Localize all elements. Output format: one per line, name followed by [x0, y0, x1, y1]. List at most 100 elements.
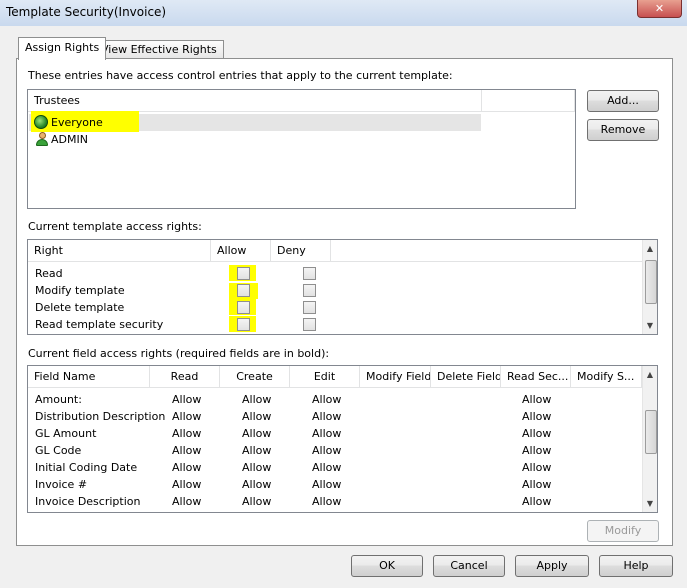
tab-view-effective-rights[interactable]: View Effective Rights	[94, 40, 224, 59]
scroll-thumb[interactable]	[645, 410, 657, 454]
column-header-delete-field[interactable]: Delete Field	[431, 366, 501, 388]
allow-checkbox[interactable]	[237, 318, 250, 331]
header-text: Delete Field	[437, 370, 501, 383]
field-right-cell: Allow	[172, 444, 202, 457]
field-right-cell: Allow	[522, 478, 552, 491]
column-header-read[interactable]: Read	[150, 366, 220, 388]
field-row[interactable]: Initial Coding Date Allow Allow Allow Allow	[28, 459, 642, 476]
field-right-cell: Allow	[312, 461, 342, 474]
scroll-up-arrow-icon[interactable]: ▲	[643, 240, 657, 257]
template-rights-label: Current template access rights:	[28, 220, 202, 233]
right-row-read-template-security: Read template security	[28, 316, 642, 333]
column-header-read-security[interactable]: Read Sec...	[501, 366, 571, 388]
trustees-header-filler	[482, 90, 575, 112]
field-right-cell: Allow	[522, 495, 552, 508]
trustee-row-admin[interactable]: ADMIN	[29, 131, 481, 148]
globe-users-icon	[34, 115, 48, 129]
header-text: Allow	[217, 244, 247, 257]
allow-checkbox[interactable]	[237, 301, 250, 314]
field-name-cell: GL Amount	[35, 427, 97, 440]
trustee-row-everyone[interactable]: Everyone	[29, 111, 481, 132]
field-rights-list[interactable]: Field Name Read Create Edit Modify Field…	[27, 365, 658, 513]
field-rights-label: Current field access rights (required fi…	[28, 347, 330, 360]
column-header-modify-security[interactable]: Modify S...	[571, 366, 642, 388]
column-header-edit[interactable]: Edit	[290, 366, 360, 388]
column-header-deny[interactable]: Deny	[271, 240, 331, 262]
field-row[interactable]: Manual Chk Sub Allow Allow Allow Allow	[28, 510, 642, 513]
field-right-cell: Allow	[522, 461, 552, 474]
cancel-button[interactable]: Cancel	[433, 555, 505, 577]
scroll-down-arrow-icon[interactable]: ▼	[643, 495, 657, 512]
deny-checkbox[interactable]	[303, 284, 316, 297]
field-right-cell: Allow	[242, 495, 272, 508]
template-rights-list[interactable]: Right Allow Deny Read Modify template De…	[27, 239, 658, 335]
add-trustee-button[interactable]: Add...	[587, 90, 659, 112]
field-right-cell: Allow	[242, 410, 272, 423]
field-row[interactable]: GL Code Allow Allow Allow Allow	[28, 442, 642, 459]
modify-field-rights-button[interactable]: Modify	[587, 520, 659, 542]
scroll-down-arrow-icon[interactable]: ▼	[643, 317, 657, 334]
field-right-cell: Allow	[172, 427, 202, 440]
title-bar: Template Security(Invoice) ✕	[0, 0, 687, 26]
scroll-thumb[interactable]	[645, 260, 657, 304]
tab-assign-rights[interactable]: Assign Rights	[18, 37, 107, 60]
field-right-cell: Allow	[242, 427, 272, 440]
field-name-cell: Distribution Description	[35, 410, 166, 423]
field-name-cell: Amount:	[35, 393, 82, 406]
field-right-cell: Allow	[242, 512, 271, 513]
allow-checkbox[interactable]	[237, 284, 250, 297]
field-right-cell: Allow	[522, 512, 551, 513]
field-right-cell: Allow	[312, 478, 342, 491]
deny-checkbox[interactable]	[303, 267, 316, 280]
close-window-button[interactable]: ✕	[637, 0, 682, 18]
field-right-cell: Allow	[312, 393, 342, 406]
field-right-cell: Allow	[522, 444, 552, 457]
deny-checkbox[interactable]	[303, 318, 316, 331]
field-right-cell: Allow	[312, 427, 342, 440]
ok-button[interactable]: OK	[351, 555, 423, 577]
field-rights-scrollbar[interactable]: ▲ ▼	[642, 366, 657, 512]
field-name-cell: Invoice Description	[35, 495, 141, 508]
tab-label: Assign Rights	[25, 41, 100, 54]
field-right-cell: Allow	[242, 444, 272, 457]
field-right-cell: Allow	[242, 393, 272, 406]
scroll-up-arrow-icon[interactable]: ▲	[643, 366, 657, 383]
remove-trustee-button[interactable]: Remove	[587, 119, 659, 141]
right-name: Read	[35, 267, 63, 280]
column-header-create[interactable]: Create	[220, 366, 290, 388]
header-text: Deny	[277, 244, 306, 257]
trustees-column-header[interactable]: Trustees	[28, 90, 482, 112]
field-name-cell: Initial Coding Date	[35, 461, 138, 474]
field-right-cell: Allow	[522, 410, 552, 423]
trustees-list[interactable]: Trustees Everyone ADMIN	[27, 89, 576, 209]
field-right-cell: Allow	[312, 495, 342, 508]
field-row[interactable]: Invoice Description Allow Allow Allow Allow	[28, 493, 642, 510]
tab-label: View Effective Rights	[101, 43, 217, 56]
window-title: Template Security(Invoice)	[6, 5, 167, 19]
column-header-field-name[interactable]: Field Name	[28, 366, 150, 388]
trustee-name: ADMIN	[51, 133, 88, 146]
user-icon	[35, 132, 49, 147]
apply-button[interactable]: Apply	[515, 555, 589, 577]
field-row[interactable]: Invoice # Allow Allow Allow Allow	[28, 476, 642, 493]
field-right-cell: Allow	[522, 393, 552, 406]
header-text: Read	[170, 370, 199, 383]
field-right-cell: Allow	[312, 512, 341, 513]
header-filler	[331, 240, 642, 262]
help-button[interactable]: Help	[599, 555, 673, 577]
field-row[interactable]: Distribution Description Allow Allow Allow A…	[28, 408, 642, 425]
header-text: Trustees	[34, 94, 80, 107]
right-row-delete-template: Delete template	[28, 299, 642, 316]
template-rights-scrollbar[interactable]: ▲ ▼	[642, 240, 657, 334]
column-header-allow[interactable]: Allow	[211, 240, 271, 262]
field-right-cell: Allow	[242, 478, 272, 491]
column-header-modify-field[interactable]: Modify Field	[360, 366, 431, 388]
field-row[interactable]: GL Amount Allow Allow Allow Allow	[28, 425, 642, 442]
allow-checkbox[interactable]	[237, 267, 250, 280]
field-name-cell: Manual Chk Sub	[35, 512, 124, 513]
field-row[interactable]: Amount: Allow Allow Allow Allow	[28, 391, 642, 408]
deny-checkbox[interactable]	[303, 301, 316, 314]
column-header-right[interactable]: Right	[28, 240, 211, 262]
field-name-cell: Invoice #	[35, 478, 88, 491]
field-right-cell: Allow	[522, 427, 552, 440]
